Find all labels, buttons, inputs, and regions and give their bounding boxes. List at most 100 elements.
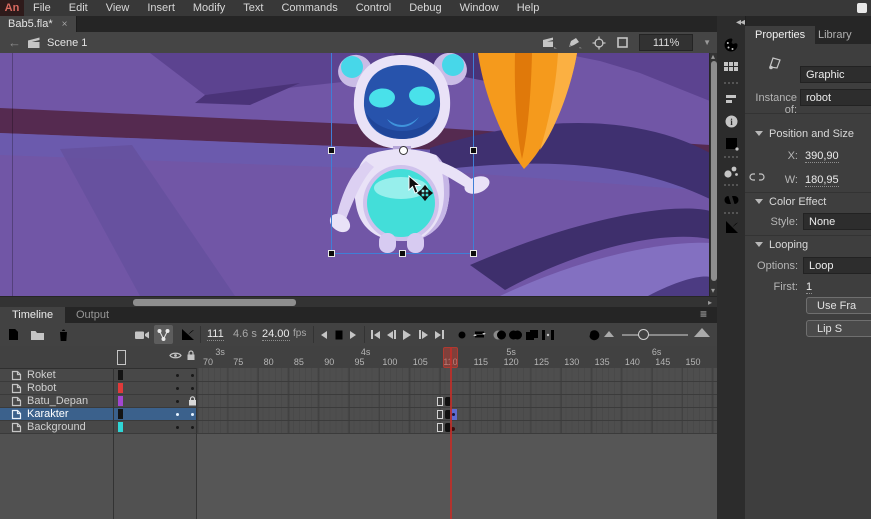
center-stage-icon[interactable] [592,36,606,50]
layer-row-karakter-selected[interactable]: Karakter [0,408,197,421]
symbol-type-dropdown[interactable]: Graphic [800,66,871,83]
selection-handle-bottom-center[interactable] [399,250,406,257]
center-frame-icon[interactable] [452,325,471,344]
step-forward-one-frame-icon[interactable] [416,325,430,344]
menu-commands[interactable]: Commands [272,0,346,16]
section-collapse-icon[interactable] [755,199,763,204]
tab-properties[interactable]: Properties [745,26,815,44]
taller-frame-view-icon[interactable] [694,328,710,337]
selection-handle-bottom-right[interactable] [470,250,477,257]
tab-library[interactable]: Library [808,26,862,44]
back-arrow-icon[interactable]: ← [8,35,21,50]
frame-size-slider-handle[interactable] [638,329,649,340]
go-to-first-frame-icon[interactable] [368,325,382,344]
frame-span-end[interactable] [437,397,443,406]
instance-name-field[interactable]: robot [800,89,871,106]
selection-handle-left[interactable] [328,147,335,154]
menu-window[interactable]: Window [451,0,508,16]
align-panel-icon[interactable] [722,90,740,108]
menu-text[interactable]: Text [234,0,272,16]
layer-lock-dot[interactable] [191,426,194,429]
layer-visibility-dot[interactable] [176,400,179,403]
selection-handle-bottom-left[interactable] [328,250,335,257]
playhead-line[interactable] [450,347,452,519]
step-forward-icon[interactable] [347,325,359,344]
menu-debug[interactable]: Debug [400,0,450,16]
use-frame-picker-button[interactable]: Use Fra [806,297,871,314]
tab-output[interactable]: Output [64,307,121,323]
transformation-point[interactable] [399,146,408,155]
step-back-one-frame-icon[interactable] [384,325,398,344]
swatches-panel-icon[interactable] [722,58,740,76]
layer-lock-dot[interactable] [191,413,194,416]
color-panel-icon[interactable] [722,36,740,54]
tab-timeline[interactable]: Timeline [0,307,65,323]
section-collapse-icon[interactable] [755,242,763,247]
document-tab[interactable]: Bab5.fla* × [0,16,77,32]
layer-visibility-dot[interactable] [176,387,179,390]
section-collapse-icon[interactable] [755,131,763,136]
scroll-down-icon[interactable]: ▾ [711,286,715,295]
menu-view[interactable]: View [97,0,139,16]
delete-layer-trash-icon[interactable] [54,325,73,344]
layer-row-robot[interactable]: Robot [0,382,197,395]
zoom-dropdown-chevron-icon[interactable]: ▼ [703,38,711,47]
menu-help[interactable]: Help [508,0,549,16]
shorter-frame-view-icon[interactable] [604,331,614,337]
loop-options-dropdown[interactable]: Loop [803,257,871,274]
frames-grid[interactable] [197,368,717,434]
eye-column-icon[interactable] [169,351,182,360]
step-back-icon[interactable] [318,325,330,344]
first-frame-value[interactable]: 1 [806,281,812,294]
go-to-last-frame-icon[interactable] [432,325,446,344]
scroll-right-icon[interactable]: ▸ [708,298,712,307]
menu-file[interactable]: File [24,0,60,16]
edit-symbols-icon[interactable] [567,36,582,49]
w-value[interactable]: 180,95 [805,174,839,187]
timeline-ruler[interactable]: 3s4s5s6s 7075808590951001051101151201251… [0,346,717,369]
new-layer-icon[interactable] [4,325,23,344]
cc-libraries-panel-icon[interactable] [722,190,740,208]
layer-lock-dot[interactable] [191,387,194,390]
layer-visibility-dot[interactable] [176,374,179,377]
layer-color-swatch[interactable] [118,383,123,393]
frame-rate-field[interactable]: 24.00 [262,328,290,341]
section-color-effect[interactable]: Color Effect [755,196,826,208]
menu-control[interactable]: Control [347,0,400,16]
layer-row-background[interactable]: Background [0,421,197,434]
layer-lock-dot[interactable] [191,374,194,377]
link-width-height-icon[interactable] [749,171,765,183]
style-dropdown[interactable]: None [803,213,871,230]
horizontal-scroll-thumb[interactable] [133,299,296,306]
layer-visibility-dot[interactable] [176,413,179,416]
layer-color-swatch[interactable] [118,370,123,380]
motion-presets-panel-icon[interactable] [722,218,740,236]
section-looping[interactable]: Looping [755,239,808,251]
play-icon[interactable] [400,325,414,344]
menu-edit[interactable]: Edit [60,0,97,16]
info-panel-icon[interactable]: i [722,112,740,130]
camera-icon[interactable] [132,325,151,344]
window-control[interactable] [857,3,867,13]
current-frame-indicator-icon[interactable] [332,325,346,344]
frame-size-slider-track[interactable] [622,334,688,336]
current-frame-field[interactable]: 111 [207,328,224,341]
layer-row-batu-depan[interactable]: Batu_Depan [0,395,197,408]
lock-column-icon[interactable] [186,350,196,361]
clip-content-icon[interactable] [616,36,629,49]
section-position-and-size[interactable]: Position and Size [755,128,854,140]
frame-span-end[interactable] [437,423,443,432]
reset-timeline-zoom-icon[interactable] [584,325,603,344]
brush-library-panel-icon[interactable] [722,162,740,180]
layer-color-swatch[interactable] [118,409,123,419]
layer-visibility-dot[interactable] [176,426,179,429]
scroll-up-icon[interactable]: ▴ [711,52,715,61]
layer-color-swatch[interactable] [118,396,123,406]
lip-syncing-button[interactable]: Lip S [806,320,871,337]
new-folder-icon[interactable] [28,325,47,344]
timeline-panel-menu-icon[interactable]: ≡ [700,307,707,321]
edit-scene-icon[interactable] [542,36,557,49]
stage-canvas[interactable] [0,53,710,296]
scene-name[interactable]: Scene 1 [47,37,87,49]
frame-span-end[interactable] [437,410,443,419]
